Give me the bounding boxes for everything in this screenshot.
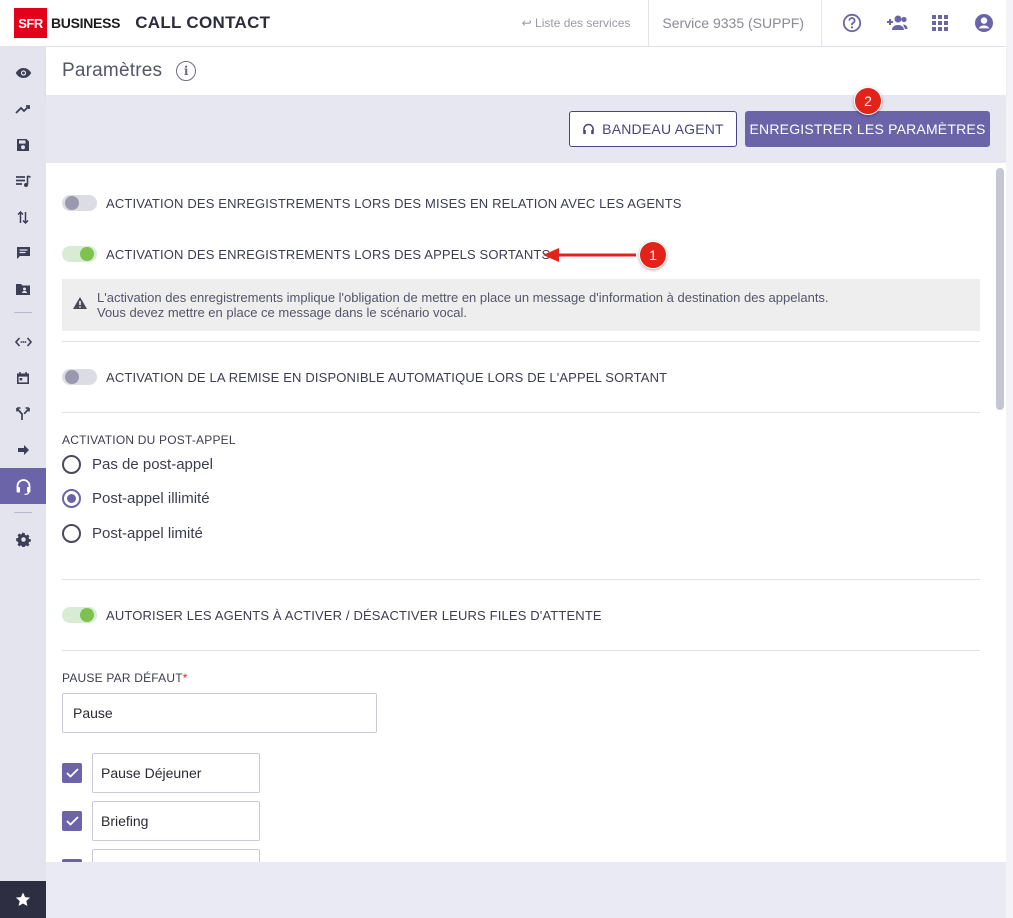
call-split-icon[interactable]: [0, 396, 46, 432]
setting-record-outgoing: ACTIVATION DES ENREGISTREMENTS LORS DES …: [62, 246, 550, 262]
default-pause-input[interactable]: Pause: [62, 693, 377, 733]
account-icon[interactable]: [962, 0, 1006, 47]
headset-icon[interactable]: [0, 468, 46, 504]
setting-record-agents: ACTIVATION DES ENREGISTREMENTS LORS DES …: [62, 195, 682, 211]
warning-icon: [72, 296, 88, 315]
star-icon[interactable]: [0, 881, 46, 918]
warning-line-2: Vous devez mettre en place ce message da…: [97, 305, 467, 320]
bottom-area: [46, 862, 1006, 918]
pause-item: Pause Déjeuner: [62, 753, 260, 793]
record-agents-toggle[interactable]: [62, 195, 97, 211]
auto-available-toggle[interactable]: [62, 369, 97, 385]
top-header: SFR BUSINESS CALL CONTACT ↩ Liste des se…: [0, 0, 1006, 47]
agents-queues-label: AUTORISER LES AGENTS À ACTIVER / DÉSACTI…: [106, 607, 602, 623]
folder-account-icon[interactable]: [0, 271, 46, 307]
content-scrollbar[interactable]: [996, 168, 1004, 410]
settings-panel: ACTIVATION DES ENREGISTREMENTS LORS DES …: [46, 163, 1006, 862]
setting-auto-available: ACTIVATION DE LA REMISE EN DISPONIBLE AU…: [62, 369, 667, 385]
message-icon[interactable]: [0, 235, 46, 271]
pause-name-input[interactable]: Briefing: [92, 801, 260, 841]
app-title: CALL CONTACT: [135, 13, 271, 32]
sidebar-divider: [14, 312, 32, 313]
radio-label: Post-appel limité: [92, 525, 203, 542]
eye-icon[interactable]: [0, 55, 46, 91]
record-agents-label: ACTIVATION DES ENREGISTREMENTS LORS DES …: [106, 195, 682, 211]
radio-label: Post-appel illimité: [92, 490, 210, 507]
annotation-badge-2: 2: [854, 87, 882, 115]
trending-icon[interactable]: [0, 91, 46, 127]
services-list-link[interactable]: ↩ Liste des services: [504, 0, 650, 46]
post-call-option-unlimited[interactable]: Post-appel illimité: [62, 489, 210, 508]
save-icon[interactable]: [0, 127, 46, 163]
save-settings-button[interactable]: ENREGISTRER LES PARAMÈTRES: [745, 111, 990, 147]
post-call-label: ACTIVATION DU POST-APPEL: [62, 433, 236, 447]
default-pause-label: PAUSE PAR DÉFAUT*: [62, 671, 188, 685]
pause-name-input[interactable]: Pause Déjeuner: [92, 753, 260, 793]
record-outgoing-label: ACTIVATION DES ENREGISTREMENTS LORS DES …: [106, 246, 551, 262]
pause-name-input[interactable]: [92, 849, 260, 862]
post-call-option-none[interactable]: Pas de post-appel: [62, 455, 213, 474]
code-icon[interactable]: [0, 324, 46, 360]
section-divider: [62, 412, 980, 413]
logo-text: BUSINESS: [51, 15, 121, 31]
window-gutter: [1006, 0, 1013, 918]
pause-item: Briefing: [62, 801, 260, 841]
apps-grid-icon[interactable]: [918, 0, 962, 47]
headset-icon: [583, 123, 595, 134]
radio-button[interactable]: [62, 455, 81, 474]
current-service[interactable]: Service 9335 (SUPPF): [649, 0, 822, 46]
sidebar-divider: [14, 512, 32, 513]
post-call-option-limited[interactable]: Post-appel limité: [62, 524, 203, 543]
calendar-icon[interactable]: [0, 360, 46, 396]
radio-button-selected[interactable]: [62, 489, 81, 508]
radio-label: Pas de post-appel: [92, 456, 213, 473]
info-icon[interactable]: i: [176, 61, 197, 81]
record-outgoing-toggle[interactable]: [62, 246, 97, 262]
section-divider: [62, 341, 980, 342]
bandeau-agent-button[interactable]: BANDEAU AGENT: [569, 111, 737, 147]
setting-agents-queues: AUTORISER LES AGENTS À ACTIVER / DÉSACTI…: [62, 607, 602, 623]
required-mark: *: [182, 671, 188, 685]
agents-queues-toggle[interactable]: [62, 607, 97, 623]
pause-checkbox[interactable]: [62, 811, 82, 831]
pause-checkbox[interactable]: [62, 763, 82, 783]
section-divider: [62, 579, 980, 580]
radio-button[interactable]: [62, 524, 81, 543]
page-title: Paramètres: [62, 60, 163, 81]
help-icon[interactable]: [830, 0, 874, 47]
recording-warning: L'activation des enregistrements impliqu…: [62, 279, 980, 331]
sort-icon[interactable]: [0, 199, 46, 235]
settings-icon[interactable]: [0, 521, 46, 557]
sfr-business-logo[interactable]: SFR BUSINESS: [14, 8, 120, 38]
logo-mark: SFR: [14, 8, 47, 38]
warning-line-1: L'activation des enregistrements impliqu…: [97, 290, 829, 305]
default-pause-label-text: PAUSE PAR DÉFAUT: [62, 671, 183, 685]
section-divider: [62, 650, 980, 651]
annotation-arrow: [543, 248, 636, 262]
annotation-badge-1: 1: [639, 241, 667, 269]
pause-item-partial: [62, 849, 260, 862]
bandeau-agent-label: BANDEAU AGENT: [602, 121, 724, 137]
playlist-icon[interactable]: [0, 163, 46, 199]
add-user-icon[interactable]: [874, 0, 918, 47]
auto-available-label: ACTIVATION DE LA REMISE EN DISPONIBLE AU…: [106, 369, 668, 385]
left-sidebar: [0, 47, 46, 918]
arrow-right-icon[interactable]: [0, 432, 46, 468]
